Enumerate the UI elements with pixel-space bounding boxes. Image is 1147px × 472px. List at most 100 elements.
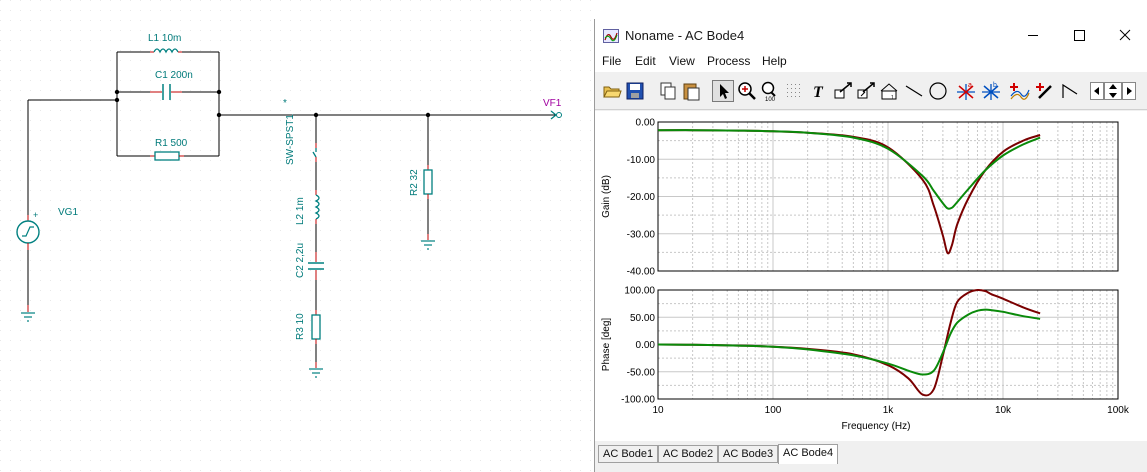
gain-plot[interactable]: 0.00 -10.00 -20.00 -30.00 -40.00 Gain (dB) (601, 118, 1119, 278)
zoom-in-button[interactable] (736, 80, 758, 102)
arrow-label2-button[interactable] (855, 80, 877, 102)
trace-add-icon (1010, 83, 1030, 100)
maximize-button[interactable] (1056, 19, 1102, 52)
paste-button[interactable] (680, 80, 702, 102)
menu-bar: File Edit View Process Help (595, 52, 1147, 72)
grid-icon (787, 84, 800, 97)
app-icon (603, 29, 619, 43)
y-tick-label: 100.00 (624, 286, 655, 297)
series-1-line (657, 288, 1041, 397)
line-button[interactable] (903, 80, 925, 102)
x-tick-label: 1k (883, 405, 895, 416)
y-tick-label: -50.00 (627, 367, 656, 378)
vg1-label: VG1 (58, 207, 78, 218)
save-button[interactable] (624, 80, 646, 102)
menu-file[interactable]: File (602, 54, 621, 68)
tab-bar: AC Bode1 AC Bode2 AC Bode3 AC Bode4 (595, 443, 1147, 472)
y-tick-label: 0.00 (636, 118, 656, 129)
close-button[interactable] (1102, 19, 1147, 52)
phase-plot[interactable]: 100.00 50.00 0.00 -50.00 -100.00 Phase [deg] 1… (601, 286, 1130, 433)
y-tick-label: -40.00 (627, 267, 656, 278)
bode-plots[interactable]: 0.00-10.00-20.00-30.00-40.00Gain (dB)100… (595, 111, 1147, 441)
y-tick-label: 50.00 (630, 313, 655, 324)
pen-button[interactable] (1035, 80, 1057, 102)
flag-button[interactable] (1059, 80, 1081, 102)
title-bar[interactable]: Noname - AC Bode4 (595, 19, 1147, 52)
x-tick-label: 100k (1107, 405, 1130, 416)
svg-text:+: + (33, 210, 38, 220)
y-tick-label: -100.00 (621, 395, 655, 406)
scroll-updown-icon (1104, 82, 1122, 100)
arrow-label-button[interactable] (832, 80, 854, 102)
scroll-left-icon (1090, 82, 1104, 100)
r1-label: R1 500 (155, 138, 188, 149)
text-button[interactable]: T (809, 80, 831, 102)
window-title: Noname - AC Bode4 (625, 28, 745, 43)
cursor-b-icon: b (982, 82, 1000, 100)
switch-label: SW-SPST1 (285, 114, 296, 165)
svg-text:T: T (813, 84, 824, 101)
y-axis-label: Phase [deg] (601, 318, 612, 372)
scroll-right-button[interactable] (1122, 80, 1136, 102)
svg-text:b: b (993, 82, 997, 89)
x-axis-label: Frequency (Hz) (842, 421, 911, 432)
pointer-button[interactable] (712, 80, 734, 102)
circle-button[interactable] (927, 80, 949, 102)
switch-marker: * (283, 98, 287, 109)
cursor-b-button[interactable]: b (980, 80, 1002, 102)
paste-icon (683, 83, 700, 101)
y-tick-label: -10.00 (627, 155, 656, 166)
arrow-label3-icon: 1 (880, 83, 898, 101)
arrow-label3-button[interactable]: 1 (878, 80, 900, 102)
maximize-icon (1074, 30, 1085, 41)
r3-label: R3 10 (295, 313, 306, 340)
scroll-right-icon (1122, 82, 1136, 100)
pen-icon (1036, 83, 1052, 99)
cursor-a-button[interactable]: a (955, 80, 977, 102)
zoom-100-button[interactable]: 100 (759, 80, 781, 102)
text-icon: T (813, 84, 824, 101)
l1-label: L1 10m (148, 33, 181, 44)
trace-add-button[interactable] (1009, 80, 1031, 102)
vf1-label: VF1 (543, 98, 562, 109)
x-tick-label: 100 (765, 405, 782, 416)
flag-icon (1062, 83, 1078, 98)
svg-text:a: a (968, 82, 972, 89)
series-2-line (657, 308, 1041, 376)
c2-label: C2 2,2u (295, 243, 306, 278)
circle-icon (929, 82, 947, 100)
menu-help[interactable]: Help (762, 54, 787, 68)
menu-edit[interactable]: Edit (635, 54, 656, 68)
c1-label: C1 200n (155, 70, 193, 81)
y-axis-label: Gain (dB) (601, 175, 612, 218)
bode-window[interactable]: Noname - AC Bode4 File Edit View Process… (594, 19, 1147, 472)
tab-ac-bode1[interactable]: AC Bode1 (598, 445, 659, 463)
minimize-button[interactable] (1010, 19, 1056, 52)
copy-button[interactable] (657, 80, 679, 102)
toolbar: 100 T 1 a b (595, 73, 1147, 110)
tab-ac-bode3[interactable]: AC Bode3 (718, 445, 779, 463)
l2-label: L2 1m (295, 197, 306, 225)
x-tick-label: 10k (995, 405, 1012, 416)
tab-ac-bode4[interactable]: AC Bode4 (778, 444, 839, 464)
y-tick-label: -20.00 (627, 192, 656, 203)
x-tick-label: 10 (652, 405, 664, 416)
tab-ac-bode2[interactable]: AC Bode2 (658, 445, 719, 463)
scroll-updown-button[interactable] (1104, 80, 1122, 102)
pointer-icon (720, 84, 729, 99)
menu-view[interactable]: View (669, 54, 695, 68)
y-tick-label: 0.00 (636, 340, 656, 351)
zoom-100-icon: 100 (761, 81, 776, 102)
cursor-a-icon: a (957, 82, 975, 100)
open-button[interactable] (601, 80, 623, 102)
svg-text:1: 1 (891, 95, 894, 101)
grid-button[interactable] (783, 80, 805, 102)
series-1-line (657, 129, 1041, 255)
line-icon (905, 85, 923, 97)
plot-area[interactable]: 0.00 -10.00 -20.00 -30.00 -40.00 Gain (dB) 100… (595, 111, 1147, 441)
scroll-left-button[interactable] (1090, 80, 1104, 102)
menu-process[interactable]: Process (707, 54, 750, 68)
open-folder-icon (603, 86, 622, 98)
series-2-line (657, 129, 1041, 210)
save-icon (626, 82, 644, 100)
